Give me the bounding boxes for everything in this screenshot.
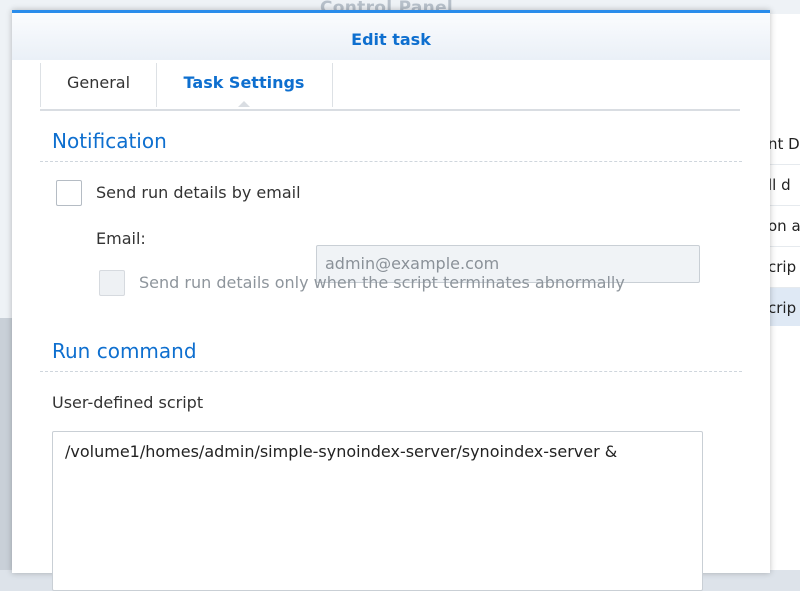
run-command-section-title: Run command bbox=[52, 339, 197, 363]
list-item[interactable]: ll d bbox=[770, 165, 800, 206]
background-list-bottom bbox=[770, 326, 800, 570]
script-textarea[interactable]: /volume1/homes/admin/simple-synoindex-se… bbox=[52, 431, 703, 591]
background-left-panel bbox=[0, 318, 12, 570]
notification-section-title: Notification bbox=[52, 129, 167, 153]
abnormal-only-checkbox[interactable] bbox=[99, 270, 125, 296]
notification-divider bbox=[40, 161, 742, 162]
dialog-title: Edit task bbox=[12, 13, 770, 60]
list-item-selected[interactable]: crip bbox=[770, 288, 800, 329]
tab-bar: General Task Settings bbox=[40, 63, 740, 111]
list-item[interactable]: crip bbox=[770, 247, 800, 288]
background-list-top bbox=[770, 14, 800, 124]
list-item[interactable]: on a bbox=[770, 206, 800, 247]
send-email-label[interactable]: Send run details by email bbox=[96, 183, 301, 202]
tab-general[interactable]: General bbox=[40, 63, 157, 107]
email-label: Email: bbox=[96, 229, 146, 248]
background-task-list: nt D ll d on a crip crip bbox=[770, 124, 800, 329]
abnormal-only-label[interactable]: Send run details only when the script te… bbox=[139, 273, 625, 292]
list-item[interactable]: nt D bbox=[770, 124, 800, 165]
edit-task-dialog: Edit task General Task Settings Notifica… bbox=[12, 10, 770, 591]
user-defined-script-label: User-defined script bbox=[52, 393, 204, 412]
send-email-checkbox[interactable] bbox=[56, 180, 82, 206]
run-command-divider bbox=[40, 371, 742, 372]
active-tab-indicator bbox=[238, 101, 250, 107]
